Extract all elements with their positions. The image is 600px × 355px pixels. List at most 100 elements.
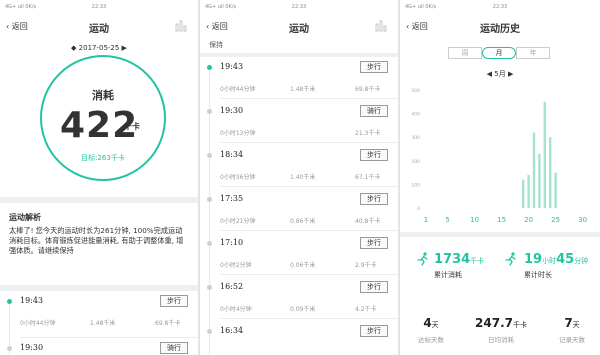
status-time: 22:33 bbox=[291, 3, 307, 10]
timeline-dot bbox=[207, 65, 212, 70]
entry-time: 18:34 bbox=[220, 150, 244, 159]
divider bbox=[200, 53, 398, 57]
entry-kcal: 2.9千卡 bbox=[355, 262, 377, 269]
divider bbox=[20, 337, 198, 338]
x-tick-label: 10 bbox=[470, 216, 479, 224]
tab-month[interactable]: 月 bbox=[482, 47, 516, 59]
entry-duration: 0小时13分钟 bbox=[220, 130, 256, 137]
entry-duration: 0小时2分钟 bbox=[220, 262, 252, 269]
divider bbox=[400, 232, 600, 237]
entry-distance: 0.09千米 bbox=[290, 306, 316, 313]
tab-week[interactable]: 周 bbox=[448, 47, 482, 59]
timeline-dot bbox=[7, 346, 12, 351]
hours-unit: 小时 bbox=[542, 257, 557, 265]
activity-type-button[interactable]: 步行 bbox=[360, 325, 388, 337]
activity-type-button[interactable]: 步行 bbox=[160, 295, 188, 307]
timeline-dot bbox=[207, 285, 212, 290]
record-days-label: 记录天数 bbox=[559, 336, 585, 344]
activity-type-button[interactable]: 骑行 bbox=[360, 105, 388, 117]
activity-type-button[interactable]: 步行 bbox=[360, 193, 388, 205]
activity-panel: 4G+ ull 0K/s 22:33 ‹ 返回 运动 ◆ 2017-05-25 … bbox=[0, 0, 200, 355]
calorie-unit: 千卡 bbox=[124, 122, 140, 131]
chart-bar bbox=[554, 172, 557, 208]
entry-time: 19:30 bbox=[220, 106, 244, 115]
x-tick-label: 1 bbox=[424, 216, 428, 224]
record-days-stat: 7天 记录天数 bbox=[550, 312, 594, 344]
activity-type-button[interactable]: 骑行 bbox=[160, 342, 188, 354]
activity-type-button[interactable]: 步行 bbox=[360, 281, 388, 293]
total-calories-stat: 1734千卡 累计消耗 bbox=[434, 248, 484, 280]
activity-list-panel: 4G+ ull 0K/s 22:33 ‹ 返回 运动 保持 19:43 步行 0小时… bbox=[200, 0, 400, 355]
entry-duration: 0小时4分钟 bbox=[220, 306, 252, 313]
entry-distance: 0.06千米 bbox=[290, 262, 316, 269]
y-tick-label: 400 bbox=[411, 112, 420, 118]
status-bar: 4G+ ull 0K/s 22:33 bbox=[400, 0, 600, 13]
top-bar: ‹ 返回 运动历史 bbox=[400, 13, 600, 39]
daily-average-value: 247.7 bbox=[475, 316, 513, 330]
daily-average-stat: 247.7千卡 日均消耗 bbox=[468, 312, 534, 344]
entry-distance: 0.86千米 bbox=[290, 218, 316, 225]
entry-time: 16:34 bbox=[220, 326, 244, 335]
top-bar: ‹ 返回 运动 bbox=[200, 13, 398, 39]
period-tabs: 周 月 年 bbox=[448, 47, 550, 59]
bar-chart-icon[interactable] bbox=[175, 19, 188, 32]
x-tick-label: 30 bbox=[578, 216, 587, 224]
chart-bar bbox=[522, 179, 525, 208]
goal-days-label: 达标天数 bbox=[418, 336, 444, 344]
activity-type-button[interactable]: 步行 bbox=[360, 149, 388, 161]
timeline-dot bbox=[7, 299, 12, 304]
goal-days-unit: 天 bbox=[431, 321, 439, 329]
chart-bar bbox=[549, 137, 552, 208]
goal-days-value: 4 bbox=[423, 316, 432, 330]
activity-type-button[interactable]: 步行 bbox=[360, 237, 388, 249]
chart-bar bbox=[527, 174, 530, 208]
analysis-text: 太棒了! 您今天的运动时长为261分钟, 100%完成运动消耗目标。体育锻炼促进… bbox=[9, 226, 184, 255]
entry-kcal: 67.1千卡 bbox=[355, 174, 381, 181]
total-calories-unit: 千卡 bbox=[470, 257, 485, 265]
entry-kcal: 69.8千卡 bbox=[155, 320, 181, 327]
page-title: 运动历史 bbox=[480, 24, 520, 35]
top-bar: ‹ 返回 运动 bbox=[0, 13, 198, 39]
entry-kcal: 4.2千卡 bbox=[355, 306, 377, 313]
entry-duration: 0小时44分钟 bbox=[20, 320, 56, 327]
analysis-title: 运动解析 bbox=[9, 213, 41, 222]
timeline-dot bbox=[207, 329, 212, 334]
analysis-text-tail: 保持 bbox=[209, 41, 223, 49]
record-days-unit: 天 bbox=[572, 321, 580, 329]
status-bar: 4G+ ull 0K/s 22:33 bbox=[0, 0, 198, 13]
entry-kcal: 40.8千卡 bbox=[355, 218, 381, 225]
x-tick-label: 15 bbox=[497, 216, 506, 224]
month-selector[interactable]: ◀ 5月 ▶ bbox=[400, 69, 600, 79]
status-time: 22:33 bbox=[492, 3, 508, 10]
goal-text: 目标:263千卡 bbox=[81, 154, 125, 162]
x-tick-label: 20 bbox=[524, 216, 533, 224]
total-hours-value: 19 bbox=[524, 252, 543, 267]
total-duration-label: 累计时长 bbox=[524, 271, 552, 279]
total-calories-value: 1734 bbox=[434, 252, 471, 267]
monthly-calorie-chart: 01002003004005001 5 10 15 20 25 30 bbox=[411, 88, 587, 224]
entry-time: 17:35 bbox=[220, 194, 244, 203]
daily-average-unit: 千卡 bbox=[512, 321, 527, 329]
date-selector[interactable]: ◆ 2017-05-25 ▶ bbox=[0, 44, 198, 52]
total-minutes-value: 45 bbox=[556, 252, 575, 267]
timeline-dot bbox=[207, 241, 212, 246]
status-time: 22:33 bbox=[91, 3, 107, 10]
history-panel: 4G+ ull 0K/s 22:33 ‹ 返回 运动历史 周 月 年 ◀ 5月 … bbox=[400, 0, 600, 355]
runner-icon bbox=[417, 252, 428, 266]
y-tick-label: 300 bbox=[411, 135, 420, 141]
entry-duration: 0小时21分钟 bbox=[220, 218, 256, 225]
timeline-dot bbox=[207, 153, 212, 158]
entry-time: 16:52 bbox=[220, 282, 244, 291]
y-tick-label: 0 bbox=[417, 206, 420, 212]
page-title: 运动 bbox=[89, 24, 109, 35]
goal-days-stat: 4天 达标天数 bbox=[408, 312, 454, 344]
bar-chart-icon[interactable] bbox=[375, 19, 388, 32]
activity-type-button[interactable]: 步行 bbox=[360, 61, 388, 73]
runner-icon bbox=[505, 252, 516, 266]
divider bbox=[0, 285, 198, 291]
chart-bar bbox=[543, 101, 546, 208]
tab-year[interactable]: 年 bbox=[516, 47, 550, 59]
ring-label: 消耗 bbox=[92, 89, 114, 102]
entry-kcal: 69.8千卡 bbox=[355, 86, 381, 93]
total-calories-label: 累计消耗 bbox=[434, 271, 462, 279]
